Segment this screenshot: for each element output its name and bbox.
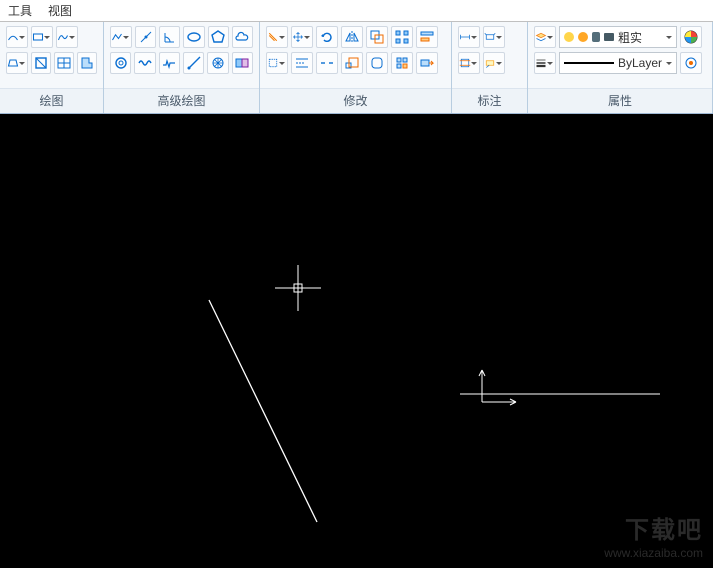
crosshair-cursor: [275, 265, 321, 311]
region-button[interactable]: [77, 52, 97, 74]
panel-properties: 粗实 ByLayer 属性: [528, 22, 713, 113]
watermark: 下载吧 www.xiazaiba.com: [604, 515, 703, 562]
explode-button[interactable]: [391, 52, 413, 74]
entity-line[interactable]: [209, 300, 317, 522]
box-button[interactable]: [31, 52, 51, 74]
panel-modify-label: 修改: [260, 88, 451, 113]
extend-button[interactable]: [291, 52, 313, 74]
arc-button[interactable]: [6, 26, 28, 48]
drawing-canvas[interactable]: 下载吧 www.xiazaiba.com: [0, 114, 713, 568]
panel-annotate-label: 标注: [452, 88, 527, 113]
bulb-icon: [564, 32, 574, 42]
linetype-combo[interactable]: ByLayer: [559, 52, 677, 74]
menu-bar: 工具 视图: [0, 0, 713, 22]
ucs-icon: [479, 370, 516, 405]
layer-props-button[interactable]: [534, 26, 556, 48]
dim-linear-button[interactable]: [458, 26, 480, 48]
mirror-button[interactable]: [341, 26, 363, 48]
block-button[interactable]: [232, 52, 253, 74]
layer-combo[interactable]: 粗实: [559, 26, 677, 48]
star-button[interactable]: [207, 52, 228, 74]
polygon-button[interactable]: [208, 26, 229, 48]
array-button[interactable]: [391, 26, 413, 48]
sun-icon: [578, 32, 588, 42]
linetype-text: ByLayer: [618, 56, 672, 70]
zigzag-button[interactable]: [159, 52, 180, 74]
trim-button[interactable]: [266, 52, 288, 74]
donut-button[interactable]: [110, 52, 131, 74]
panel-advdraw-label: 高级绘图: [104, 88, 259, 113]
watermark-url: www.xiazaiba.com: [604, 546, 703, 562]
line-sample-icon: [564, 62, 614, 64]
break-button[interactable]: [316, 52, 338, 74]
table-button[interactable]: [54, 52, 74, 74]
fillet-button[interactable]: [366, 52, 388, 74]
panel-annotate: 标注: [452, 22, 528, 113]
ellipse-button[interactable]: [183, 26, 204, 48]
watermark-site: 下载吧: [604, 515, 703, 546]
lock-icon: [592, 32, 600, 42]
printer-icon: [604, 33, 614, 41]
panel-draw-label: 绘图: [0, 88, 103, 113]
menu-view[interactable]: 视图: [48, 2, 72, 19]
spline-button[interactable]: [56, 26, 78, 48]
angle-button[interactable]: [159, 26, 180, 48]
point-button[interactable]: [135, 26, 156, 48]
lineweight-button[interactable]: [534, 52, 556, 74]
scale-button[interactable]: [341, 52, 363, 74]
wave-button[interactable]: [134, 52, 155, 74]
match-props-button[interactable]: [680, 52, 702, 74]
panel-draw: 绘图: [0, 22, 104, 113]
color-wheel-button[interactable]: [680, 26, 702, 48]
ribbon: 绘图 高级绘图: [0, 22, 713, 114]
polyline-button[interactable]: [110, 26, 132, 48]
offset-button[interactable]: [366, 26, 388, 48]
leader-button[interactable]: [483, 52, 505, 74]
menu-tools[interactable]: 工具: [8, 2, 32, 19]
erase-button[interactable]: [266, 26, 288, 48]
panel-advdraw: 高级绘图: [104, 22, 260, 113]
stretch-button[interactable]: [416, 52, 438, 74]
ray-button[interactable]: [183, 52, 204, 74]
canvas-svg: [0, 114, 713, 568]
dim-angular-button[interactable]: [458, 52, 480, 74]
align-button[interactable]: [416, 26, 438, 48]
panel-properties-label: 属性: [528, 88, 712, 113]
trapezoid-button[interactable]: [6, 52, 28, 74]
cloud-button[interactable]: [232, 26, 253, 48]
rotate-button[interactable]: [316, 26, 338, 48]
layer-state-text: 粗实: [618, 29, 652, 46]
move-button[interactable]: [291, 26, 313, 48]
panel-modify: 修改: [260, 22, 452, 113]
rectangle-button[interactable]: [31, 26, 53, 48]
dim-aligned-button[interactable]: [483, 26, 505, 48]
